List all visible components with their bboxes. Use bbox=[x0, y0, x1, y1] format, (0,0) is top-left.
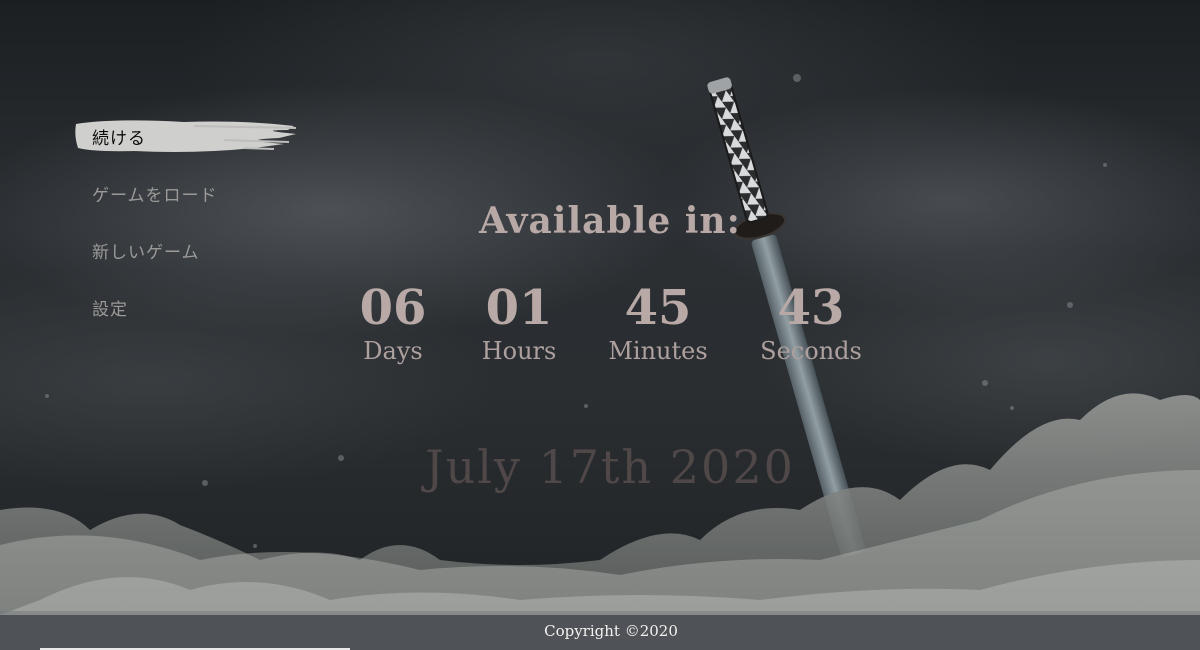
countdown-timer: 06 Days 01 Hours 45 Minutes 43 Seconds bbox=[0, 278, 1200, 388]
countdown-minutes-value: 45 bbox=[624, 280, 692, 336]
menu-item-continue[interactable]: 続ける bbox=[74, 116, 314, 156]
countdown-hours-value: 01 bbox=[485, 280, 553, 336]
release-date: July 17th 2020 bbox=[425, 440, 795, 494]
countdown-seconds-label: Seconds bbox=[760, 337, 862, 365]
menu-item-label: 新しいゲーム bbox=[92, 242, 200, 263]
pampas-grass bbox=[0, 393, 1200, 615]
countdown-minutes-label: Minutes bbox=[608, 337, 708, 365]
menu-item-label: ゲームをロード bbox=[92, 185, 218, 206]
game-title-screen: 続ける ゲームをロード 新しいゲーム 設定 Available in: 06 D… bbox=[0, 0, 1200, 650]
menu-item-label: 続ける bbox=[92, 128, 146, 149]
countdown-hours: 01 Hours bbox=[439, 278, 599, 366]
countdown-minutes: 45 Minutes bbox=[578, 278, 738, 366]
countdown-headline: Available in: bbox=[479, 200, 741, 242]
countdown-hours-label: Hours bbox=[481, 337, 557, 365]
countdown-seconds: 43 Seconds bbox=[731, 278, 891, 366]
footer: Copyright ©2020 bbox=[0, 611, 1200, 650]
menu-item-label: 設定 bbox=[92, 299, 128, 320]
countdown-seconds-value: 43 bbox=[777, 280, 845, 336]
copyright-text: Copyright ©2020 bbox=[544, 621, 678, 640]
